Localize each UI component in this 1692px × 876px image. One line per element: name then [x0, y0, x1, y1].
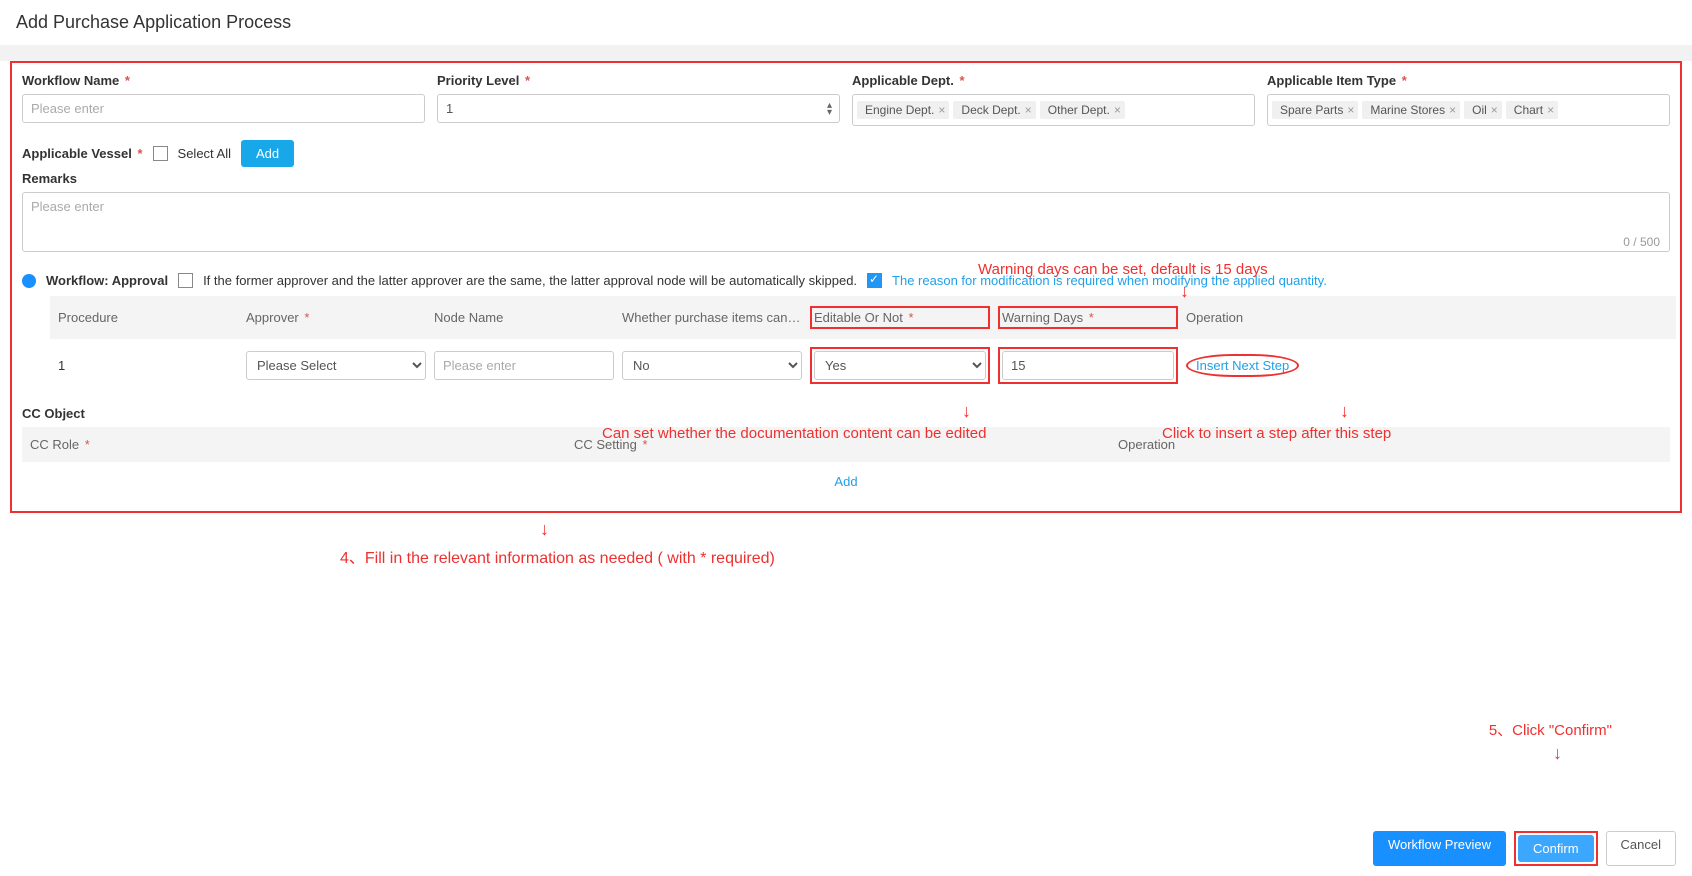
- confirm-button[interactable]: Confirm: [1518, 835, 1594, 862]
- th-cc-role: CC Role *: [30, 437, 574, 452]
- item-type-tag[interactable]: Chart×: [1506, 101, 1558, 119]
- annotation-arrow-icon: ↓: [540, 519, 1692, 540]
- workflow-table-header: Procedure Approver * Node Name Whether p…: [50, 296, 1676, 339]
- footer-buttons: Workflow Preview Confirm Cancel: [0, 821, 1692, 876]
- divider: [0, 45, 1692, 61]
- th-cc-operation: Operation: [1118, 437, 1662, 452]
- th-node-name: Node Name: [434, 310, 614, 325]
- dept-tag[interactable]: Other Dept.×: [1040, 101, 1125, 119]
- tag-remove-icon[interactable]: ×: [1491, 103, 1498, 117]
- th-purchase-editable: Whether purchase items can be…: [622, 310, 802, 325]
- priority-level-label: Priority Level *: [437, 73, 840, 88]
- editable-or-not-select[interactable]: Yes: [814, 351, 986, 380]
- applicable-item-type-label: Applicable Item Type *: [1267, 73, 1670, 88]
- annotation-fill-info: 4、Fill in the relevant information as ne…: [340, 544, 1692, 568]
- remarks-counter: 0 / 500: [1623, 235, 1660, 249]
- cell-procedure: 1: [58, 358, 238, 373]
- applicable-vessel-label: Applicable Vessel *: [22, 146, 143, 161]
- reason-required-checkbox[interactable]: [867, 273, 882, 288]
- approver-select[interactable]: Please Select: [246, 351, 426, 380]
- annotation-click-confirm: 5、Click "Confirm": [1489, 719, 1612, 740]
- cc-add-link[interactable]: Add: [834, 474, 857, 489]
- workflow-preview-button[interactable]: Workflow Preview: [1373, 831, 1506, 866]
- tag-remove-icon[interactable]: ×: [938, 103, 945, 117]
- dept-tag[interactable]: Deck Dept.×: [953, 101, 1035, 119]
- insert-next-step-link[interactable]: Insert Next Step: [1186, 354, 1299, 377]
- annotation-arrow-icon: ↓: [1553, 743, 1562, 764]
- applicable-item-type-tags[interactable]: Spare Parts× Marine Stores× Oil× Chart×: [1267, 94, 1670, 126]
- remarks-label: Remarks: [22, 171, 1670, 186]
- applicable-dept-tags[interactable]: Engine Dept.× Deck Dept.× Other Dept.×: [852, 94, 1255, 126]
- applicable-dept-label: Applicable Dept. *: [852, 73, 1255, 88]
- th-procedure: Procedure: [58, 310, 238, 325]
- tag-remove-icon[interactable]: ×: [1449, 103, 1456, 117]
- node-name-input[interactable]: [434, 351, 614, 380]
- item-type-tag[interactable]: Marine Stores×: [1362, 101, 1460, 119]
- workflow-name-label: Workflow Name *: [22, 73, 425, 88]
- main-form-box: Workflow Name * Priority Level * ▴▾ Appl…: [10, 61, 1682, 513]
- purchase-editable-select[interactable]: No: [622, 351, 802, 380]
- th-editable-or-not: Editable Or Not *: [810, 306, 990, 329]
- cc-table-header: CC Role * CC Setting * Operation: [22, 427, 1670, 462]
- th-cc-setting: CC Setting *: [574, 437, 1118, 452]
- th-operation: Operation: [1186, 310, 1668, 325]
- item-type-tag[interactable]: Spare Parts×: [1272, 101, 1358, 119]
- priority-level-select[interactable]: [437, 94, 840, 123]
- add-vessel-button[interactable]: Add: [241, 140, 294, 167]
- page-title: Add Purchase Application Process: [0, 0, 1692, 45]
- workflow-bullet-icon: [22, 274, 36, 288]
- th-warning-days: Warning Days *: [998, 306, 1178, 329]
- skip-note: If the former approver and the latter ap…: [203, 273, 857, 288]
- warning-days-input[interactable]: [1002, 351, 1174, 380]
- skip-same-approver-checkbox[interactable]: [178, 273, 193, 288]
- workflow-title: Workflow: Approval: [46, 273, 168, 288]
- workflow-table-row: 1 Please Select No Yes Insert Next Step: [50, 339, 1676, 392]
- tag-remove-icon[interactable]: ×: [1547, 103, 1554, 117]
- remarks-textarea[interactable]: [22, 192, 1670, 252]
- tag-remove-icon[interactable]: ×: [1114, 103, 1121, 117]
- reason-note: The reason for modification is required …: [892, 273, 1327, 288]
- select-all-checkbox[interactable]: [153, 146, 168, 161]
- cancel-button[interactable]: Cancel: [1606, 831, 1676, 866]
- tag-remove-icon[interactable]: ×: [1025, 103, 1032, 117]
- select-all-label: Select All: [178, 146, 231, 161]
- cc-object-title: CC Object: [22, 406, 1676, 421]
- dept-tag[interactable]: Engine Dept.×: [857, 101, 949, 119]
- workflow-name-input[interactable]: [22, 94, 425, 123]
- tag-remove-icon[interactable]: ×: [1347, 103, 1354, 117]
- item-type-tag[interactable]: Oil×: [1464, 101, 1502, 119]
- th-approver: Approver *: [246, 310, 426, 325]
